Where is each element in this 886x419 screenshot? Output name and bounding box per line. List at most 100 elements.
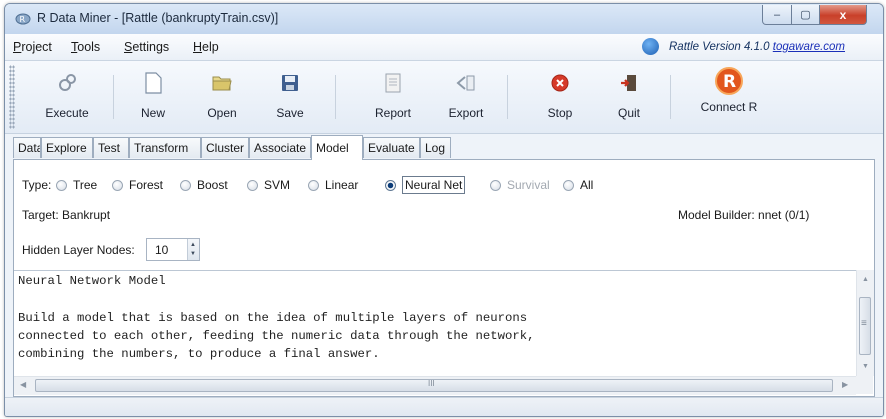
radio-survival: Survival	[490, 175, 550, 195]
toolbar-separator	[113, 75, 114, 119]
radio-circle-icon	[56, 179, 67, 191]
vertical-scroll-thumb[interactable]: ≡	[859, 297, 871, 355]
connect-r-button[interactable]: R Connect R	[689, 63, 769, 129]
radio-circle-icon	[490, 179, 501, 191]
open-button[interactable]: Open	[197, 63, 247, 129]
menu-project[interactable]: Project	[13, 40, 52, 54]
window-title: R Data Miner - [Rattle (bankruptyTrain.c…	[37, 11, 279, 25]
tab-cluster[interactable]: Cluster	[201, 137, 249, 158]
export-icon	[454, 71, 478, 95]
toolbar-separator	[335, 75, 336, 119]
tab-associate[interactable]: Associate	[249, 137, 311, 158]
toolbar-grip-handle[interactable]	[9, 65, 15, 129]
open-label: Open	[207, 106, 237, 120]
radio-selected-icon	[385, 179, 396, 191]
export-label: Export	[448, 106, 484, 120]
report-label: Report	[374, 106, 412, 120]
scroll-left-icon[interactable]: ◀	[20, 380, 26, 389]
hidden-layer-nodes-spinner[interactable]: 10 ▲ ▼	[146, 238, 200, 261]
open-folder-icon	[210, 71, 234, 95]
new-document-icon	[141, 71, 165, 95]
scrollbar-corner	[856, 376, 873, 394]
quit-button[interactable]: Quit	[605, 63, 653, 129]
stop-label: Stop	[547, 106, 573, 120]
quit-label: Quit	[617, 106, 640, 120]
tab-data[interactable]: Data	[13, 137, 41, 158]
status-bar	[5, 397, 883, 416]
radio-circle-icon	[308, 179, 319, 191]
stop-button[interactable]: Stop	[535, 63, 585, 129]
radio-boost[interactable]: Boost	[180, 175, 228, 195]
title-bar[interactable]: R R Data Miner - [Rattle (bankruptyTrain…	[5, 4, 883, 34]
radio-tree[interactable]: Tree	[56, 175, 97, 195]
new-label: New	[140, 106, 165, 120]
toolbar: Execute New Open Save Report Export Stop…	[5, 61, 883, 134]
report-button[interactable]: Report	[365, 63, 421, 129]
save-disk-icon	[278, 71, 302, 95]
togaware-link[interactable]: togaware.com	[773, 41, 845, 53]
scroll-right-icon[interactable]: ▶	[842, 380, 848, 389]
menu-help[interactable]: Help	[193, 40, 219, 54]
report-icon	[381, 71, 405, 95]
target-label: Target: Bankrupt	[22, 208, 111, 222]
radio-neural-net[interactable]: Neural Net	[385, 175, 466, 195]
radio-circle-icon	[112, 179, 123, 191]
execute-button[interactable]: Execute	[35, 63, 99, 129]
thumb-grip-icon: ≡	[861, 318, 867, 329]
radio-forest[interactable]: Forest	[112, 175, 163, 195]
thumb-grip-icon: III	[428, 379, 435, 388]
radio-circle-icon	[563, 179, 574, 191]
radio-all[interactable]: All	[563, 175, 593, 195]
execute-icon	[55, 71, 79, 95]
menu-settings[interactable]: Settings	[124, 40, 169, 54]
close-button[interactable]: x	[819, 5, 867, 25]
menu-tools[interactable]: Tools	[71, 40, 100, 54]
toolbar-separator	[507, 75, 508, 119]
spin-up-icon[interactable]: ▲	[190, 242, 196, 248]
stop-icon	[548, 71, 572, 95]
hidden-layer-nodes-value[interactable]: 10	[155, 243, 168, 257]
hidden-layer-nodes-label: Hidden Layer Nodes:	[22, 243, 135, 257]
app-icon: R	[15, 13, 31, 25]
toolbar-separator	[670, 75, 671, 119]
text-line: connected to each other, feeding the num…	[18, 329, 535, 343]
quit-door-icon	[617, 71, 641, 95]
info-icon	[642, 38, 659, 55]
type-label: Type:	[22, 178, 52, 192]
tab-model[interactable]: Model	[311, 135, 363, 160]
connect-r-label: Connect R	[700, 100, 758, 114]
scroll-down-icon[interactable]: ▼	[862, 363, 869, 370]
tab-transform[interactable]: Transform	[129, 137, 201, 158]
version-text: Rattle Version 4.1.0 togaware.com	[669, 41, 846, 53]
tab-evaluate[interactable]: Evaluate	[363, 137, 420, 158]
maximize-button[interactable]: ▢	[791, 5, 820, 25]
spin-down-icon[interactable]: ▼	[190, 251, 196, 257]
model-builder-label: Model Builder: nnet (0/1)	[678, 208, 810, 222]
menu-bar: Project Tools Settings Help Rattle Versi…	[5, 34, 883, 61]
radio-linear[interactable]: Linear	[308, 175, 358, 195]
spinner-arrows[interactable]: ▲ ▼	[187, 239, 199, 260]
r-logo-icon: R	[714, 66, 744, 96]
save-button[interactable]: Save	[265, 63, 315, 129]
text-line: combining the numbers, to produce a fina…	[18, 347, 380, 361]
svg-text:R: R	[20, 15, 26, 24]
vertical-scrollbar[interactable]: ▲ ≡ ▼	[856, 270, 874, 376]
radio-svm[interactable]: SVM	[247, 175, 290, 195]
radio-circle-icon	[180, 179, 191, 191]
tab-log[interactable]: Log	[420, 137, 451, 158]
execute-label: Execute	[45, 106, 89, 120]
rattle-window: R R Data Miner - [Rattle (bankruptyTrain…	[4, 3, 884, 417]
minimize-button[interactable]: –	[762, 5, 792, 25]
text-line: Neural Network Model	[18, 274, 166, 288]
model-panel: Type: Tree Forest Boost SVM Linear Neura…	[13, 159, 875, 397]
tab-explore[interactable]: Explore	[41, 137, 93, 158]
scroll-up-icon[interactable]: ▲	[862, 276, 869, 283]
radio-circle-icon	[247, 179, 258, 191]
export-button[interactable]: Export	[439, 63, 493, 129]
text-line: Build a model that is based on the idea …	[18, 311, 528, 325]
horizontal-scrollbar[interactable]: ◀ III ▶	[14, 376, 856, 395]
new-button[interactable]: New	[129, 63, 177, 129]
tab-test[interactable]: Test	[93, 137, 129, 158]
svg-text:R: R	[723, 72, 736, 92]
description-textview[interactable]: Neural Network Model Build a model that …	[14, 270, 856, 377]
